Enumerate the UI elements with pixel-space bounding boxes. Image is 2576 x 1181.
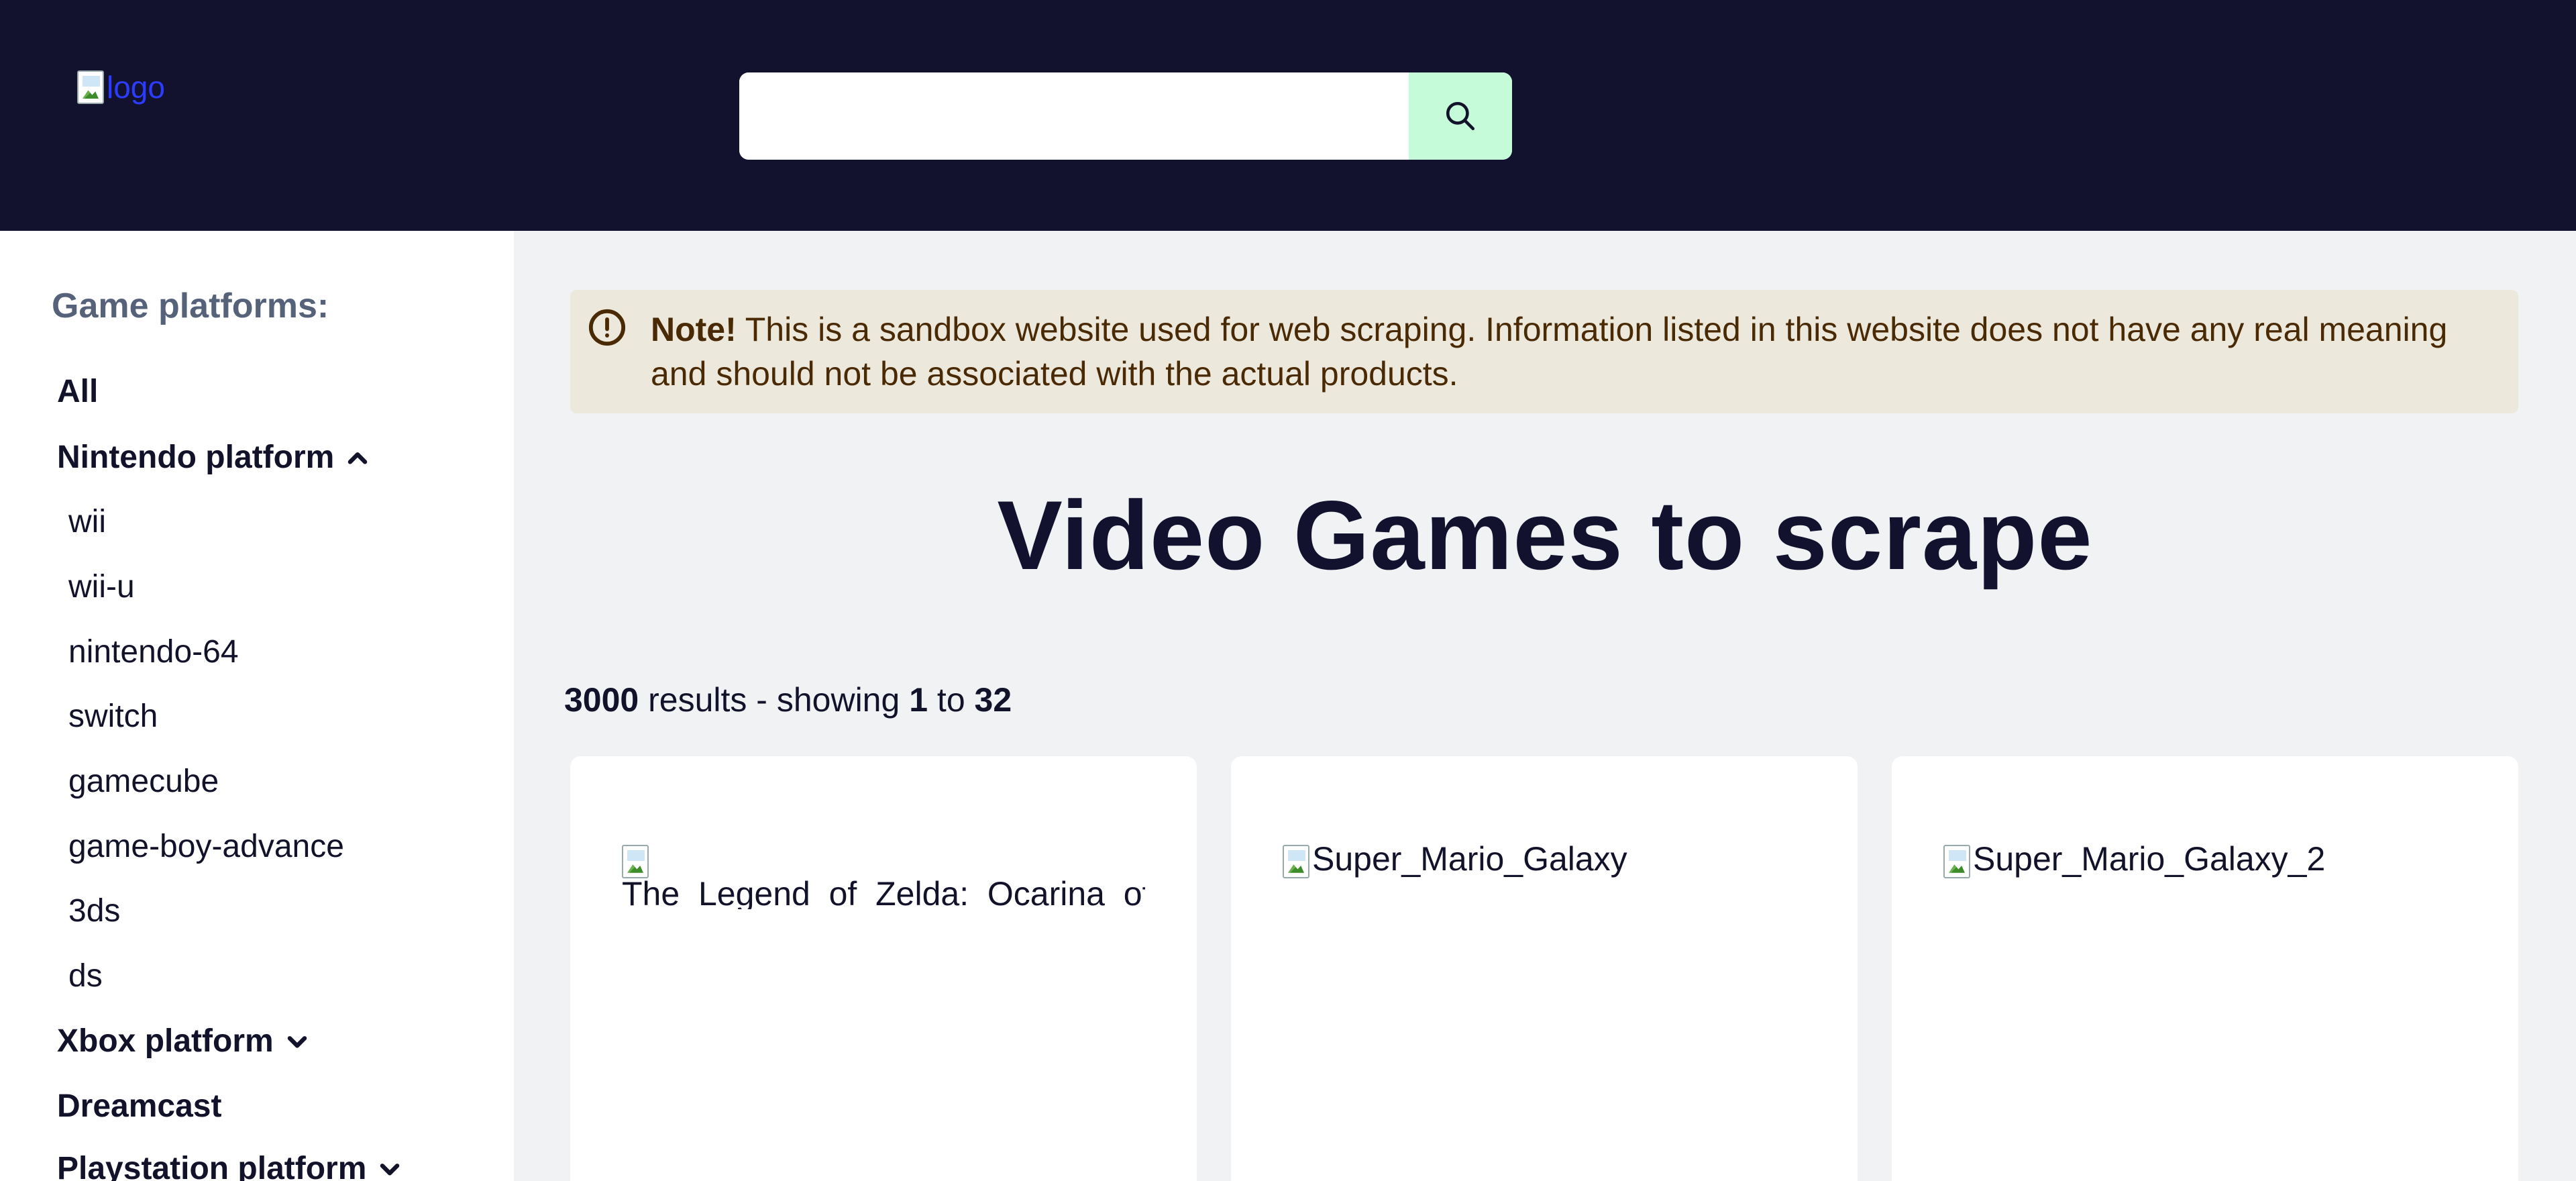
product-image[interactable]: Super_Mario_Galaxy_2 bbox=[1943, 843, 2467, 878]
results-summary: 3000 results - showing 1 to 32 bbox=[564, 680, 1012, 719]
sidebar-item-wii-u[interactable]: wii-u bbox=[68, 568, 135, 605]
sidebar-item-label: gamecube bbox=[68, 764, 219, 799]
sidebar-item-label: 3ds bbox=[68, 893, 121, 929]
broken-image-icon bbox=[1283, 844, 1309, 878]
sidebar-item-label: Playstation platform bbox=[57, 1151, 367, 1181]
sidebar-item-3ds[interactable]: 3ds bbox=[68, 892, 120, 929]
broken-image-icon bbox=[1943, 844, 1970, 878]
results-to-word: to bbox=[936, 681, 965, 719]
broken-image-icon bbox=[622, 844, 649, 878]
product-card[interactable]: Super_Mario_Galaxy_2 bbox=[1892, 756, 2518, 1181]
search-button[interactable] bbox=[1409, 72, 1512, 160]
sidebar-item-label: All bbox=[57, 374, 99, 409]
sidebar-item-wii[interactable]: wii bbox=[68, 503, 106, 540]
sidebar-group-playstation[interactable]: Playstation platform bbox=[57, 1150, 402, 1181]
note-bold-label: Note! bbox=[651, 311, 737, 348]
sidebar-item-game-boy-advance[interactable]: game-boy-advance bbox=[68, 828, 344, 865]
results-to: 32 bbox=[974, 681, 1012, 719]
results-total: 3000 bbox=[564, 681, 639, 719]
main-content: Note! This is a sandbox website used for… bbox=[514, 231, 2576, 1181]
sidebar-group-nintendo[interactable]: Nintendo platform bbox=[57, 439, 370, 476]
alert-circle-icon bbox=[588, 309, 626, 346]
product-image-alt: Super_Mario_Galaxy_2 bbox=[1973, 843, 2326, 878]
sidebar-title: Game platforms: bbox=[52, 287, 329, 325]
site-logo[interactable]: logo bbox=[77, 67, 165, 107]
sidebar-item-label: ds bbox=[68, 958, 103, 994]
chevron-down-icon bbox=[287, 1035, 307, 1047]
logo-alt-text: logo bbox=[107, 70, 165, 105]
product-card[interactable]: The_Legend_of_Zelda:_Ocarina_of_Time bbox=[570, 756, 1197, 1181]
sidebar-item-ds[interactable]: ds bbox=[68, 958, 103, 994]
sidebar-item-dreamcast[interactable]: Dreamcast bbox=[57, 1088, 221, 1125]
sidebar-item-all[interactable]: All bbox=[57, 373, 98, 410]
product-image-alt: Super_Mario_Galaxy bbox=[1312, 843, 1627, 878]
sidebar-item-label: wii bbox=[68, 504, 106, 540]
sidebar-item-switch[interactable]: switch bbox=[68, 698, 158, 735]
search-input[interactable] bbox=[739, 72, 1409, 160]
chevron-up-icon bbox=[348, 452, 368, 464]
product-image[interactable]: The_Legend_of_Zelda:_Ocarina_of_Time bbox=[622, 843, 1145, 909]
site-header: logo bbox=[0, 0, 2576, 231]
sidebar-item-label: Xbox platform bbox=[57, 1023, 274, 1059]
page-title: Video Games to scrape bbox=[997, 480, 2093, 590]
sidebar-item-label: Dreamcast bbox=[57, 1088, 222, 1124]
sidebar-item-nintendo-64[interactable]: nintendo-64 bbox=[68, 633, 239, 670]
platform-sidebar: Game platforms: All Nintendo platform wi… bbox=[0, 231, 514, 1181]
sidebar-item-label: Nintendo platform bbox=[57, 440, 335, 475]
product-card[interactable]: Super_Mario_Galaxy bbox=[1231, 756, 1858, 1181]
sidebar-item-label: switch bbox=[68, 699, 158, 734]
sandbox-note: Note! This is a sandbox website used for… bbox=[570, 290, 2518, 413]
sidebar-item-gamecube[interactable]: gamecube bbox=[68, 763, 219, 800]
product-image[interactable]: Super_Mario_Galaxy bbox=[1283, 843, 1806, 878]
sidebar-group-xbox[interactable]: Xbox platform bbox=[57, 1023, 310, 1060]
sidebar-item-label: nintendo-64 bbox=[68, 634, 239, 670]
search-icon bbox=[1446, 101, 1475, 131]
results-from: 1 bbox=[909, 681, 928, 719]
sidebar-item-label: game-boy-advance bbox=[68, 829, 344, 864]
product-image-alt: The_Legend_of_Zelda:_Ocarina_of_Time bbox=[622, 874, 1145, 909]
note-text: This is a sandbox website used for web s… bbox=[651, 311, 2448, 393]
sidebar-item-label: wii-u bbox=[68, 569, 135, 605]
broken-image-icon bbox=[77, 70, 104, 104]
chevron-down-icon bbox=[380, 1163, 400, 1175]
results-middle-text: results - showing bbox=[648, 681, 900, 719]
search-bar bbox=[739, 72, 1512, 160]
